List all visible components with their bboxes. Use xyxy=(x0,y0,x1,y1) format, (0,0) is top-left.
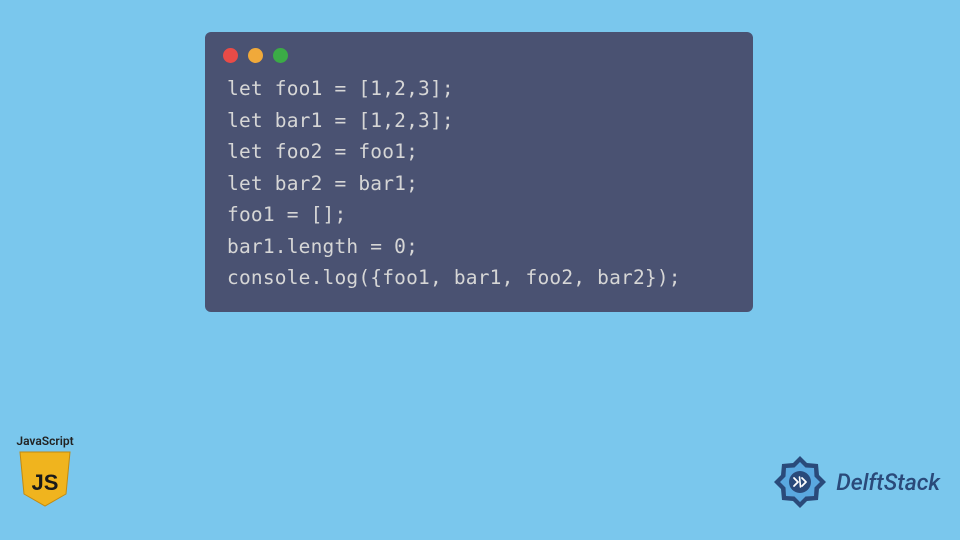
window-controls xyxy=(205,32,753,73)
minimize-dot-icon xyxy=(248,48,263,63)
code-block: let foo1 = [1,2,3]; let bar1 = [1,2,3]; … xyxy=(205,73,753,294)
brand: DelftStack xyxy=(772,454,940,510)
maximize-dot-icon xyxy=(273,48,288,63)
brand-name: DelftStack xyxy=(836,469,940,496)
js-text: JS xyxy=(32,470,59,495)
badge-label: JavaScript xyxy=(12,434,78,448)
code-window: let foo1 = [1,2,3]; let bar1 = [1,2,3]; … xyxy=(205,32,753,312)
javascript-shield-icon: JS xyxy=(18,450,72,508)
brand-logo-icon xyxy=(772,454,828,510)
close-dot-icon xyxy=(223,48,238,63)
javascript-badge: JavaScript JS xyxy=(12,434,78,512)
